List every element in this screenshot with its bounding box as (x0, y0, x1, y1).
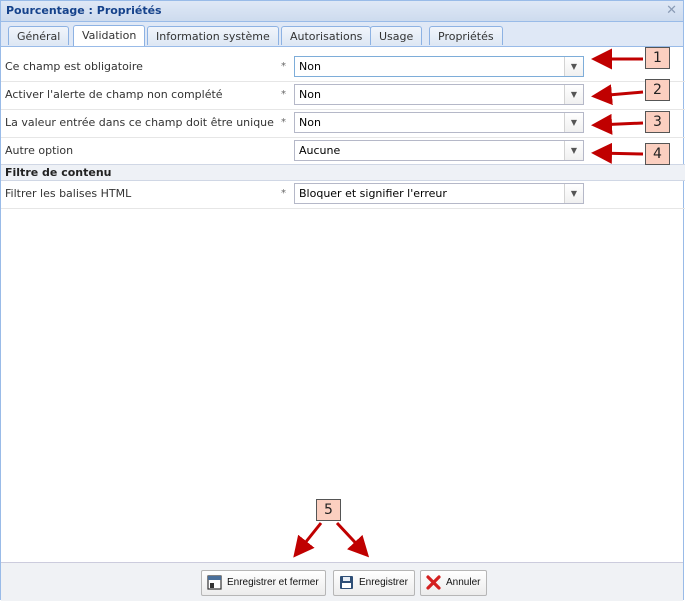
dialog-footer: Enregistrer et fermer Enregistrer Annule… (1, 562, 683, 601)
red-x-icon (426, 575, 441, 590)
annotation-badge-5: 5 (316, 499, 341, 521)
properties-window: Pourcentage : Propriétés ✕ Général Valid… (0, 0, 685, 601)
required-select[interactable]: Non ▼ (294, 56, 584, 77)
select-value: Non (299, 88, 321, 101)
save-button[interactable]: Enregistrer (333, 570, 415, 596)
save-label: Enregistrer (359, 577, 408, 588)
section-header-content-filter: Filtre de contenu (1, 164, 685, 181)
select-value: Non (299, 116, 321, 129)
window-titlebar[interactable]: Pourcentage : Propriétés ✕ (1, 1, 683, 22)
field-row-alert: Activer l'alerte de champ non complété *… (1, 81, 685, 110)
tab-validation[interactable]: Validation (73, 25, 146, 46)
annotation-badge-2: 2 (645, 79, 670, 101)
cancel-button[interactable]: Annuler (420, 570, 488, 596)
chevron-down-icon[interactable]: ▼ (564, 113, 583, 132)
select-value: Aucune (299, 144, 341, 157)
tab-usage[interactable]: Usage (370, 26, 423, 45)
field-label: Autre option (5, 144, 74, 157)
chevron-down-icon[interactable]: ▼ (564, 141, 583, 160)
chevron-down-icon[interactable]: ▼ (564, 85, 583, 104)
alert-select[interactable]: Non ▼ (294, 84, 584, 105)
annotation-badge-3: 3 (645, 111, 670, 133)
annotation-badge-4: 4 (645, 143, 670, 165)
required-marker: * (281, 188, 286, 199)
select-value: Bloquer et signifier l'erreur (299, 187, 447, 200)
field-label: Activer l'alerte de champ non complété (5, 88, 223, 101)
select-value: Non (299, 60, 321, 73)
annotation-badge-1: 1 (645, 47, 670, 69)
arrow-5-right (335, 521, 370, 558)
cancel-label: Annuler (446, 577, 481, 588)
chevron-down-icon[interactable]: ▼ (564, 184, 583, 203)
field-row-html-filter: Filtrer les balises HTML * Bloquer et si… (1, 180, 685, 209)
tab-permissions[interactable]: Autorisations (281, 26, 372, 45)
field-row-other-option: Autre option Aucune ▼ (1, 137, 685, 166)
field-row-required: Ce champ est obligatoire * Non ▼ (1, 53, 685, 82)
field-label: La valeur entrée dans ce champ doit être… (5, 116, 274, 129)
window-title: Pourcentage : Propriétés (6, 4, 162, 17)
chevron-down-icon[interactable]: ▼ (564, 57, 583, 76)
required-marker: * (281, 117, 286, 128)
field-label: Filtrer les balises HTML (5, 187, 132, 200)
field-row-unique: La valeur entrée dans ce champ doit être… (1, 109, 685, 138)
save-close-label: Enregistrer et fermer (227, 577, 319, 588)
tab-system-info[interactable]: Information système (147, 26, 279, 45)
save-close-icon (207, 575, 222, 590)
required-marker: * (281, 89, 286, 100)
tab-general[interactable]: Général (8, 26, 70, 45)
required-marker: * (281, 61, 286, 72)
section-title: Filtre de contenu (5, 166, 112, 179)
floppy-disk-icon (340, 576, 353, 589)
close-icon[interactable]: ✕ (666, 3, 677, 18)
html-filter-select[interactable]: Bloquer et signifier l'erreur ▼ (294, 183, 584, 204)
other-option-select[interactable]: Aucune ▼ (294, 140, 584, 161)
tab-strip: Général Validation Information système A… (1, 22, 683, 47)
unique-select[interactable]: Non ▼ (294, 112, 584, 133)
save-close-button[interactable]: Enregistrer et fermer (201, 570, 326, 596)
field-label: Ce champ est obligatoire (5, 60, 143, 73)
arrow-5-left (293, 522, 323, 558)
tab-properties[interactable]: Propriétés (429, 26, 503, 45)
